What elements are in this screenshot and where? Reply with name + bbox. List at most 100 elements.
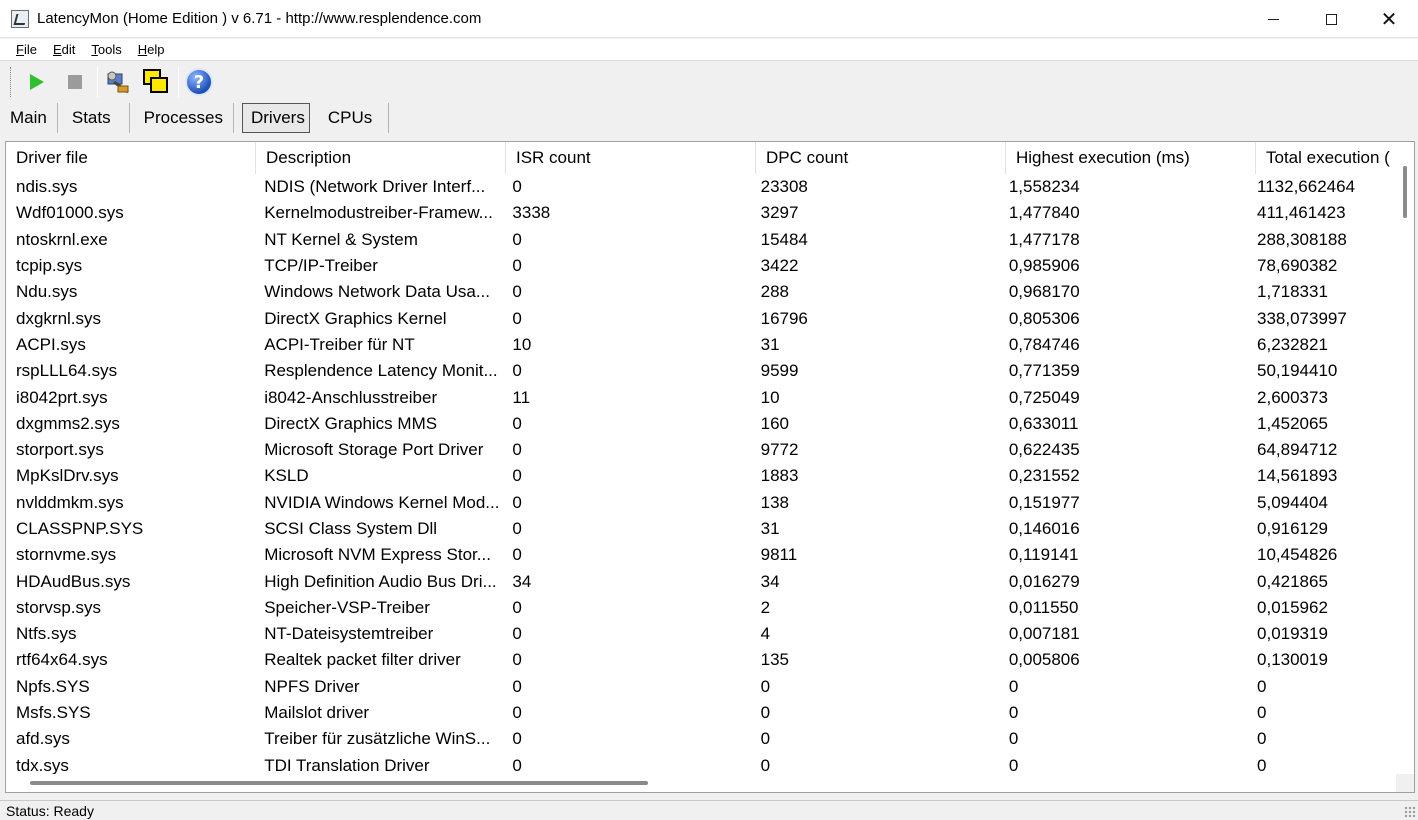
tools-button[interactable] <box>102 66 134 98</box>
table-cell: 0,119141 <box>1008 545 1079 565</box>
tab-processes[interactable]: Processes <box>130 103 234 133</box>
menu-file[interactable]: File <box>7 42 44 57</box>
column-header[interactable]: Driver file <box>6 142 256 174</box>
table-cell: 135 <box>760 650 789 670</box>
table-cell: 0 <box>512 308 522 328</box>
horizontal-scroll-thumb[interactable] <box>30 781 648 785</box>
column-header[interactable]: DPC count <box>756 142 1006 174</box>
close-button[interactable]: ✕ <box>1360 0 1418 38</box>
table-row[interactable]: Ndu.sys Windows Network Data Usa... 0 288 0,… <box>6 279 1396 305</box>
tab-main[interactable]: Main <box>0 103 58 133</box>
scrollbar-corner <box>1396 774 1414 792</box>
table-cell: 0,231552 <box>1008 466 1080 486</box>
title-bar[interactable]: LatencyMon (Home Edition ) v 6.71 - http… <box>0 0 1418 38</box>
app-icon <box>11 9 29 28</box>
table-row[interactable]: tcpip.sys TCP/IP-Treiber 0 3422 0,985906 78,6… <box>6 253 1396 279</box>
table-cell: High Definition Audio Bus Dri... <box>264 571 497 591</box>
table-row[interactable]: afd.sys Treiber für zusätzliche WinS... 0 0… <box>6 726 1396 752</box>
column-header[interactable]: Total execution ( <box>1256 142 1406 174</box>
help-button[interactable]: ? <box>183 66 215 98</box>
table-row[interactable]: rtf64x64.sys Realtek packet filter driver… <box>6 647 1396 673</box>
table-cell: 288,308188 <box>1257 229 1347 249</box>
toolbar-grip[interactable] <box>10 67 13 97</box>
table-cell: 0,916129 <box>1257 519 1328 538</box>
vertical-scroll-thumb[interactable] <box>1403 166 1407 218</box>
table-row[interactable]: storvsp.sys Speicher-VSP-Treiber 0 2 0,01155… <box>6 595 1396 621</box>
table-cell: 0 <box>1257 755 1267 774</box>
window-title: LatencyMon (Home Edition ) v 6.71 - http… <box>37 10 482 27</box>
table-row[interactable]: i8042prt.sys i8042-Anschlusstreiber 11 10 0,… <box>6 384 1396 410</box>
tab-drivers[interactable]: Drivers <box>241 103 310 133</box>
table-row[interactable]: rspLLL64.sys Resplendence Latency Monit..… <box>6 358 1396 384</box>
table-row[interactable]: Ntfs.sys NT-Dateisystemtreiber 0 4 0,007181 0… <box>6 621 1396 647</box>
tab-cpus[interactable]: CPUs <box>314 103 390 133</box>
menu-edit[interactable]: Edit <box>44 42 82 57</box>
table-row[interactable]: ACPI.sys ACPI-Treiber für NT 10 31 0,784746 6… <box>6 332 1396 358</box>
table-row[interactable]: CLASSPNP.SYS SCSI Class System Dll 0 31 0,14… <box>6 516 1396 542</box>
table-row[interactable]: dxgkrnl.sys DirectX Graphics Kernel 0 16796… <box>6 305 1396 331</box>
toolbar: ? <box>0 62 1418 102</box>
status-text: Status: Ready <box>6 802 94 819</box>
table-cell: Windows Network Data Usa... <box>264 282 490 302</box>
table-cell: dxgkrnl.sys <box>16 308 102 328</box>
table-cell: 1,558234 <box>1008 177 1080 197</box>
table-cell: Resplendence Latency Monit... <box>264 361 498 381</box>
table-cell: 0,805306 <box>1008 308 1080 328</box>
stop-button[interactable] <box>59 66 91 98</box>
table-row[interactable]: Wdf01000.sys Kernelmodustreiber-Framew...… <box>6 200 1396 226</box>
table-cell: Npfs.SYS <box>16 676 90 696</box>
table-cell: NVIDIA Windows Kernel Mod... <box>264 492 500 512</box>
maximize-button[interactable] <box>1302 0 1360 38</box>
horizontal-scrollbar[interactable] <box>6 774 1398 792</box>
table-cell: rspLLL64.sys <box>16 361 118 381</box>
minimize-button[interactable] <box>1244 0 1302 38</box>
table-row[interactable]: ntoskrnl.exe NT Kernel & System 0 15484 1,47… <box>6 227 1396 253</box>
table-row[interactable]: stornvme.sys Microsoft NVM Express Stor..… <box>6 542 1396 568</box>
vertical-scrollbar[interactable] <box>1396 142 1414 774</box>
table-cell: 1,452065 <box>1257 413 1328 433</box>
table-cell: 3338 <box>512 203 551 223</box>
table-row[interactable]: Msfs.SYS Mailslot driver 0 0 0 0 <box>6 700 1396 726</box>
table-cell: 0,146016 <box>1008 519 1080 538</box>
tab-stats[interactable]: Stats <box>58 103 130 133</box>
tab-bar: Main Stats Processes Drivers CPUs <box>0 102 1418 134</box>
menu-help[interactable]: Help <box>129 42 172 57</box>
table-cell: SCSI Class System Dll <box>264 519 438 538</box>
table-cell: Msfs.SYS <box>16 703 91 723</box>
help-icon: ? <box>185 68 213 96</box>
table-row[interactable]: HDAudBus.sys High Definition Audio Bus Dr… <box>6 568 1396 594</box>
table-cell: 0 <box>512 519 522 538</box>
table-row[interactable]: storport.sys Microsoft Storage Port Drive… <box>6 437 1396 463</box>
table-cell: 11 <box>512 387 531 407</box>
table-row[interactable]: ndis.sys NDIS (Network Driver Interf... 0 2… <box>6 174 1396 200</box>
windows-button[interactable] <box>140 66 172 98</box>
column-header[interactable]: ISR count <box>506 142 756 174</box>
table-cell: Ntfs.sys <box>16 624 77 644</box>
table-cell: 0 <box>512 440 522 460</box>
table-cell: 0 <box>512 676 522 696</box>
menu-tools[interactable]: Tools <box>82 42 128 57</box>
column-header[interactable]: Description <box>256 142 506 174</box>
table-cell: dxgmms2.sys <box>16 413 120 433</box>
table-cell: 0,622435 <box>1008 440 1080 460</box>
table-cell: HDAudBus.sys <box>16 571 131 591</box>
table-cell: 0 <box>512 361 522 381</box>
table-cell: 2 <box>760 597 771 617</box>
table-cell: 0 <box>512 624 522 644</box>
table-cell: 0 <box>760 676 771 696</box>
table-row[interactable]: MpKslDrv.sys KSLD 0 1883 0,231552 14,561893 <box>6 463 1396 489</box>
table-cell: ndis.sys <box>16 177 78 197</box>
table-row[interactable]: dxgmms2.sys DirectX Graphics MMS 0 160 0,633… <box>6 411 1396 437</box>
table-cell: tdx.sys <box>16 755 69 774</box>
table-cell: ntoskrnl.exe <box>16 229 108 249</box>
resize-grip[interactable] <box>1404 806 1416 818</box>
table-row[interactable]: Npfs.SYS NPFS Driver 0 0 0 0 <box>6 674 1396 700</box>
start-button[interactable] <box>21 66 53 98</box>
column-header[interactable]: Highest execution (ms) <box>1006 142 1256 174</box>
table-cell: 0 <box>512 177 522 197</box>
table-cell: 0,421865 <box>1257 571 1328 591</box>
table-row[interactable]: nvlddmkm.sys NVIDIA Windows Kernel Mod...… <box>6 490 1396 516</box>
table-row[interactable]: tdx.sys TDI Translation Driver 0 0 0 0 <box>6 753 1396 774</box>
table-cell: 1,477178 <box>1008 229 1080 249</box>
drivers-list[interactable]: Driver file Description ISR count DPC co… <box>5 141 1415 793</box>
